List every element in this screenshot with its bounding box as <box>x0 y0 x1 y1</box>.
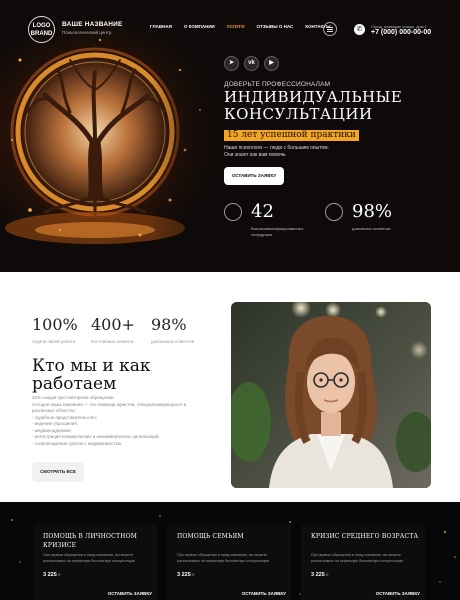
nav-item-services[interactable]: УСЛУГИ <box>227 24 245 29</box>
service-request-button[interactable]: ОСТАВИТЬ ЗАЯВКУ <box>108 591 152 596</box>
service-price-currency: ₽ <box>58 573 61 577</box>
leave-request-button[interactable]: ОСТАВИТЬ ЗАЯВКУ <box>224 167 284 185</box>
menu-button[interactable] <box>323 22 337 36</box>
hero-title: ИНДИВИДУАЛЬНЫЕ КОНСУЛЬТАЦИИ <box>224 89 402 123</box>
service-description: При первом обращении в нашу компанию, вы… <box>311 553 421 564</box>
service-title-line1: ПОМОЩЬ В ЛИЧНОСТНОМ <box>43 533 138 540</box>
service-description-line2: рассчитывать на первичную бесплатную кон… <box>43 558 136 563</box>
about-stat-caption: довольных клиентов <box>151 339 195 344</box>
service-title-line2: КРИЗИСЕ <box>43 542 77 549</box>
brand-name: ВАШЕ НАЗВАНИЕ <box>62 21 123 28</box>
service-title: КРИЗИС СРЕДНЕГО ВОЗРАСТА <box>311 532 421 541</box>
service-card[interactable]: ПОМОЩЬ СЕМЬЯМ При первом обращении в наш… <box>167 524 291 600</box>
badge-icon <box>325 203 343 221</box>
services-section: ПОМОЩЬ В ЛИЧНОСТНОМ КРИЗИСЕ При первом о… <box>0 502 460 600</box>
team-icon <box>224 203 242 221</box>
service-price: 3 225 ₽ <box>311 572 329 578</box>
about-stat-number: 98% <box>151 315 187 334</box>
about-section: 100% отдачи своей работе 400+ постоянных… <box>0 272 460 502</box>
hero-title-line2: КОНСУЛЬТАЦИИ <box>224 105 373 123</box>
about-text: 20% скидка при повторном обращении Сегод… <box>32 395 192 447</box>
nav-item-reviews[interactable]: ОТЗЫВЫ О НАС <box>256 24 293 29</box>
phone-number-link[interactable]: +7 (000) 000-00-00 <box>371 29 431 36</box>
about-stat: 100% отдачи своей работе <box>32 315 78 344</box>
logo-text-bottom: BRAND <box>30 31 53 37</box>
main-nav: ГЛАВНАЯ О КОМПАНИИ УСЛУГИ ОТЗЫВЫ О НАС К… <box>150 24 331 29</box>
psychologist-photo <box>231 302 431 488</box>
hero-stat-caption: Высококвалифицированных сотрудника <box>251 226 321 237</box>
hero-description: Наши психологи — люди с большим опытом. … <box>224 145 334 159</box>
service-title: ПОМОЩЬ СЕМЬЯМ <box>177 532 287 541</box>
hero-title-line1: ИНДИВИДУАЛЬНЫЕ <box>224 88 403 106</box>
service-description-line2: рассчитывать на первичную бесплатную кон… <box>311 558 404 563</box>
service-description-line2: рассчитывать на первичную бесплатную кон… <box>177 558 270 563</box>
service-price: 3 225 ₽ <box>177 572 195 578</box>
service-description: При первом обращении в нашу компанию, вы… <box>43 553 153 564</box>
service-price-currency: ₽ <box>192 573 195 577</box>
hero-stat-caption-line1: довольных клиентов <box>352 226 391 231</box>
about-stat: 400+ постоянных клиента <box>91 315 135 344</box>
service-title: ПОМОЩЬ В ЛИЧНОСТНОМ КРИЗИСЕ <box>43 532 153 550</box>
brand-subtitle: Психологический центр <box>62 30 112 35</box>
service-price-value: 3 225 <box>43 572 57 578</box>
about-stat-number: 400+ <box>91 315 135 334</box>
about-title-line1: Кто мы и как <box>32 356 151 376</box>
hero-description-line2: Они знают как вам помочь <box>224 152 286 158</box>
about-stat-caption: отдачи своей работе <box>32 339 76 344</box>
service-card[interactable]: КРИЗИС СРЕДНЕГО ВОЗРАСТА При первом обра… <box>301 524 425 600</box>
service-card[interactable]: ПОМОЩЬ В ЛИЧНОСТНОМ КРИЗИСЕ При первом о… <box>33 524 157 600</box>
about-stat-caption: постоянных клиента <box>91 339 134 344</box>
nav-item-home[interactable]: ГЛАВНАЯ <box>150 24 172 29</box>
service-request-button[interactable]: ОСТАВИТЬ ЗАЯВКУ <box>242 591 286 596</box>
service-price-value: 3 225 <box>311 572 325 578</box>
service-title-line1: КРИЗИС СРЕДНЕГО ВОЗРАСТА <box>311 533 419 540</box>
logo-text-top: LOGO <box>32 23 51 29</box>
logo[interactable]: LOGO BRAND <box>28 16 55 43</box>
service-price: 3 225 ₽ <box>43 572 61 578</box>
social-links: ➤ vk ▶ <box>224 56 279 71</box>
hero-stat-number: 42 <box>251 201 274 222</box>
service-request-button[interactable]: ОСТАВИТЬ ЗАЯВКУ <box>376 591 420 596</box>
vk-icon[interactable]: vk <box>244 56 259 71</box>
about-title-line2: работаем <box>32 374 117 394</box>
service-title-line1: ПОМОЩЬ СЕМЬЯМ <box>177 533 244 540</box>
about-stat-number: 100% <box>32 315 78 334</box>
telegram-icon[interactable]: ➤ <box>224 56 239 71</box>
hero-stat-caption: довольных клиентов <box>352 226 422 232</box>
phone-icon: ✆ <box>354 24 365 35</box>
service-description: При первом обращении в нашу компанию, вы… <box>177 553 287 564</box>
experience-highlight: 15 лет успешной практики <box>224 130 359 141</box>
service-price-currency: ₽ <box>326 573 329 577</box>
hero-section: LOGO BRAND ВАШЕ НАЗВАНИЕ Психологический… <box>0 0 460 272</box>
hero-description-line1: Наши психологи — люди с большим опытом. <box>224 145 330 151</box>
about-stat: 98% довольных клиентов <box>151 315 194 344</box>
about-text-line: - сопровождение сделок с недвижимостью <box>32 440 122 446</box>
service-price-value: 3 225 <box>177 572 191 578</box>
hero-stat-caption-line2: сотрудника <box>251 231 272 237</box>
youtube-icon[interactable]: ▶ <box>264 56 279 71</box>
hero-pretitle: ДОВЕРЬТЕ ПРОФЕССИОНАЛАМ <box>224 81 331 88</box>
about-title: Кто мы и как работаем <box>32 357 150 393</box>
see-all-button[interactable]: СМОТРЕТЬ ВСЕ <box>32 462 84 482</box>
nav-item-about[interactable]: О КОМПАНИИ <box>184 24 215 29</box>
hero-stat-number: 98% <box>352 201 393 222</box>
top-navigation-bar: LOGO BRAND ВАШЕ НАЗВАНИЕ Психологический… <box>0 0 460 58</box>
